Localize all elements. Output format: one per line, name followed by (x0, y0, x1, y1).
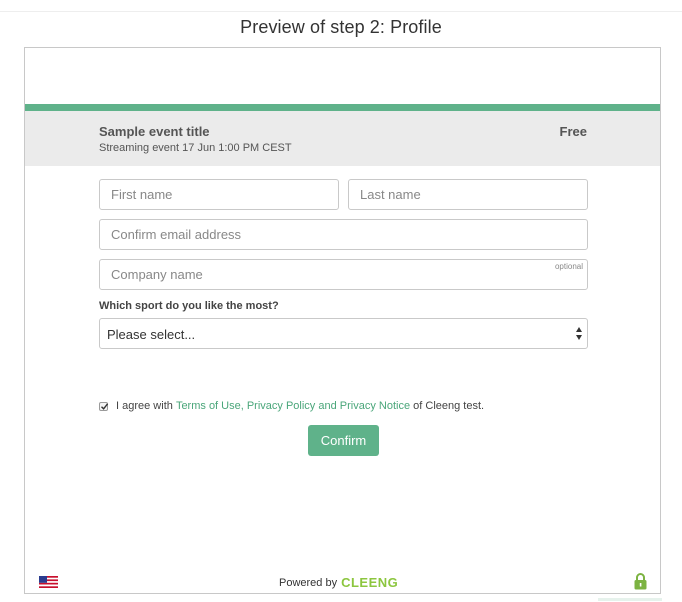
lock-icon (634, 573, 647, 590)
sport-question-label: Which sport do you like the most? (99, 300, 279, 312)
accent-bar (25, 104, 660, 111)
confirm-email-field[interactable] (99, 219, 588, 250)
terms-link[interactable]: Terms of Use, Privacy Policy and Privacy… (176, 400, 410, 412)
first-name-input[interactable] (100, 180, 338, 209)
consent-prefix: I agree with (116, 400, 173, 412)
sport-select-value: Please select... (107, 327, 196, 342)
company-name-field[interactable]: optional (99, 259, 588, 290)
corner-accent (598, 598, 662, 601)
company-name-input[interactable] (100, 260, 587, 289)
confirm-button[interactable]: Confirm (308, 425, 379, 456)
last-name-field[interactable] (348, 179, 588, 210)
optional-label: optional (554, 262, 583, 271)
terms-checkbox[interactable] (99, 401, 109, 411)
select-arrows-icon (576, 327, 582, 340)
consent-suffix: of Cleeng test. (413, 400, 485, 412)
cleeng-logo[interactable]: CLEENG (341, 575, 398, 590)
last-name-input[interactable] (349, 180, 587, 209)
preview-page: Preview of step 2: Profile Sample event … (0, 0, 682, 602)
us-flag-icon[interactable] (39, 576, 58, 588)
event-subtitle: Streaming event 17 Jun 1:00 PM CEST (99, 142, 292, 154)
event-summary: Sample event title Streaming event 17 Ju… (25, 111, 660, 166)
checkmark-icon (101, 402, 109, 410)
event-title: Sample event title (99, 124, 210, 139)
checkout-preview-frame: Sample event title Streaming event 17 Ju… (24, 47, 661, 594)
page-title: Preview of step 2: Profile (240, 17, 442, 37)
powered-by: Powered by CLEENG (279, 575, 398, 590)
first-name-field[interactable] (99, 179, 339, 210)
top-divider (0, 11, 682, 12)
event-price: Free (559, 124, 587, 139)
sport-select[interactable]: Please select... (99, 318, 588, 349)
confirm-email-input[interactable] (100, 220, 587, 249)
powered-by-label: Powered by (279, 576, 338, 589)
terms-consent: I agree with Terms of Use, Privacy Polic… (99, 400, 484, 412)
